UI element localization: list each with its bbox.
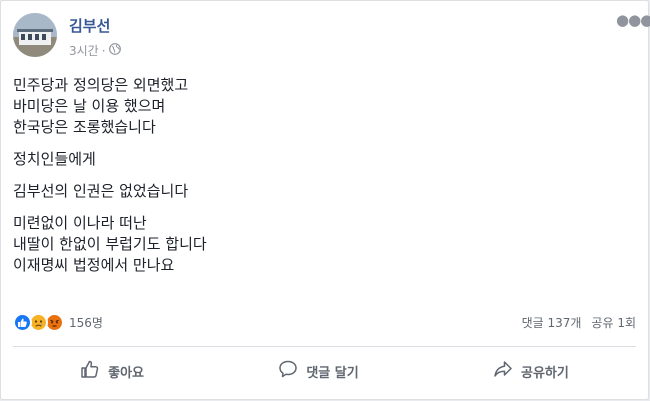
globe-icon[interactable]: [108, 43, 121, 58]
thumbs-up-icon: [80, 359, 100, 383]
text-line: 정치인들에게: [13, 150, 96, 168]
like-button[interactable]: 좋아요: [66, 353, 158, 389]
paragraph: 민주당과 정의당은 외면했고 바미당은 날 이용 했으며 한국당은 조롱했습니다: [13, 75, 633, 138]
reaction-count[interactable]: 156명: [69, 314, 103, 331]
author-name[interactable]: 김부선: [69, 15, 110, 36]
reaction-summary[interactable]: 156명: [13, 312, 103, 332]
comment-icon: [278, 359, 298, 383]
text-line: 한국당은 조롱했습니다: [13, 118, 156, 136]
text-line: 김부선의 인권은 없었습니다: [13, 182, 189, 200]
share-count[interactable]: 공유 1회: [591, 314, 636, 331]
paragraph: 김부선의 인권은 없었습니다: [13, 181, 633, 202]
meta-separator: ·: [101, 43, 106, 58]
comment-button[interactable]: 댓글 달기: [264, 353, 372, 389]
post-card: 김부선 3시간 · ●●● 민주당과 정의당은 외면했고 바미당은 날 이용 했…: [0, 0, 650, 400]
share-icon: [493, 359, 513, 383]
text-line: 미련없이 이나라 떠난: [13, 214, 147, 232]
paragraph: 미련없이 이나라 떠난 내딸이 한없이 부럽기도 합니다 이재명씨 법정에서 만…: [13, 213, 633, 276]
text-line: 바미당은 날 이용 했으며: [13, 97, 166, 115]
comment-label: 댓글 달기: [306, 365, 359, 381]
text-line: 이재명씨 법정에서 만나요: [13, 256, 175, 274]
paragraph: 정치인들에게: [13, 149, 633, 170]
author-avatar[interactable]: [13, 13, 57, 57]
share-label: 공유하기: [521, 365, 569, 381]
post-stats: 156명 댓글 137개 공유 1회: [13, 311, 636, 333]
share-button[interactable]: 공유하기: [479, 353, 583, 389]
post-time[interactable]: 3시간: [69, 42, 99, 59]
post-meta: 3시간 ·: [69, 42, 121, 59]
text-line: 내딸이 한없이 부럽기도 합니다: [13, 235, 207, 253]
more-options-icon[interactable]: ●●●: [616, 13, 650, 31]
like-label: 좋아요: [108, 365, 145, 381]
action-bar: 좋아요 댓글 달기 공유하기: [13, 347, 636, 395]
post-body: 민주당과 정의당은 외면했고 바미당은 날 이용 했으며 한국당은 조롱했습니다…: [13, 75, 633, 287]
engagement-counts: 댓글 137개 공유 1회: [522, 314, 636, 331]
text-line: 민주당과 정의당은 외면했고: [13, 76, 189, 94]
like-icon[interactable]: [13, 312, 32, 332]
comment-count[interactable]: 댓글 137개: [522, 314, 582, 331]
